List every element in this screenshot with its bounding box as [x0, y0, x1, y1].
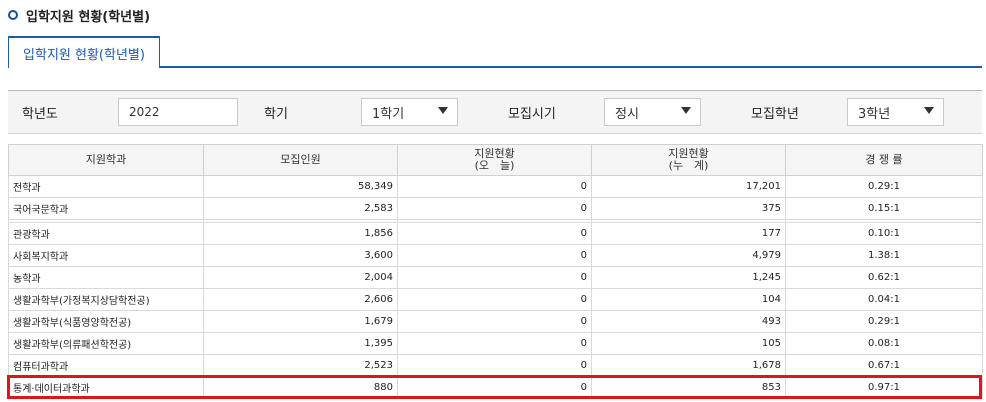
cell-dept: 생활과학부(식품영양학전공) [8, 310, 204, 333]
table-row: 생활과학부(가정복지상담학전공) 2,606 0 104 0.04:1 [8, 288, 983, 311]
cell-total: 105 [591, 332, 786, 355]
cell-quota: 58,349 [203, 175, 398, 198]
cell-rate: 1.38:1 [785, 244, 983, 267]
semester-value: 1학기 [372, 106, 405, 122]
period-value: 정시 [615, 106, 639, 122]
year-label: 학년도 [22, 106, 58, 122]
cell-rate: 0.15:1 [785, 197, 983, 220]
cell-quota: 1,395 [203, 332, 398, 355]
cell-total: 1,678 [591, 354, 786, 377]
col-header-quota: 모집인원 [203, 144, 398, 176]
table-row: 사회복지학과 3,600 0 4,979 1.38:1 [8, 244, 983, 267]
table-row: 생활과학부(식품영양학전공) 1,679 0 493 0.29:1 [8, 310, 983, 333]
tab-bar: 입학지원 현황(학년별) [8, 36, 982, 68]
table-row-highlighted: 통계·데이터과학과 880 0 853 0.97:1 [8, 376, 983, 399]
cell-today: 0 [397, 197, 592, 220]
cell-quota: 2,606 [203, 288, 398, 311]
cell-rate: 0.29:1 [785, 310, 983, 333]
cell-total: 17,201 [591, 175, 786, 198]
cell-total: 177 [591, 222, 786, 245]
cell-total: 1,245 [591, 266, 786, 289]
page-title-text: 입학지원 현황(학년별) [26, 9, 151, 25]
chevron-down-icon [924, 107, 934, 114]
cell-total: 104 [591, 288, 786, 311]
grade-select[interactable]: 3학년 [847, 98, 944, 126]
cell-dept: 사회복지학과 [8, 244, 204, 267]
cell-today: 0 [397, 175, 592, 198]
chevron-down-icon [438, 107, 448, 114]
cell-today: 0 [397, 222, 592, 245]
cell-rate: 0.29:1 [785, 175, 983, 198]
period-label: 모집시기 [508, 106, 556, 122]
cell-rate: 0.62:1 [785, 266, 983, 289]
cell-today: 0 [397, 266, 592, 289]
circle-bullet-icon [8, 10, 18, 20]
cell-dept: 생활과학부(의류패션학전공) [8, 332, 204, 355]
tab-admission-by-grade[interactable]: 입학지원 현황(학년별) [8, 36, 160, 68]
cell-today: 0 [397, 354, 592, 377]
cell-dept: 컴퓨터과학과 [8, 354, 204, 377]
period-select[interactable]: 정시 [604, 98, 701, 126]
cell-dept: 전학과 [8, 175, 204, 198]
cell-today: 0 [397, 288, 592, 311]
col-header-total: 지원현황 (누 계) [591, 144, 786, 176]
year-field[interactable]: 2022 [118, 98, 238, 126]
cell-dept: 생활과학부(가정복지상담학전공) [8, 288, 204, 311]
table-header-row: 지원학과 모집인원 지원현황 (오 늘) 지원현황 (누 계) 경 쟁 률 [8, 144, 983, 176]
col-header-rate: 경 쟁 률 [785, 144, 983, 176]
filter-bar: 학년도 2022 학기 1학기 모집시기 정시 모집학년 3학년 [8, 90, 982, 134]
cell-rate: 0.04:1 [785, 288, 983, 311]
cell-total: 375 [591, 197, 786, 220]
cell-quota: 2,523 [203, 354, 398, 377]
cell-rate: 0.67:1 [785, 354, 983, 377]
cell-quota: 3,600 [203, 244, 398, 267]
year-value: 2022 [129, 105, 160, 119]
cell-today: 0 [397, 376, 592, 399]
grade-value: 3학년 [858, 106, 891, 122]
cell-total: 853 [591, 376, 786, 399]
cell-quota: 1,856 [203, 222, 398, 245]
cell-rate: 0.10:1 [785, 222, 983, 245]
table-row: 생활과학부(의류패션학전공) 1,395 0 105 0.08:1 [8, 332, 983, 355]
application-status-table: 지원학과 모집인원 지원현황 (오 늘) 지원현황 (누 계) 경 쟁 률 전학과 … [8, 144, 983, 399]
cell-rate: 0.08:1 [785, 332, 983, 355]
semester-select[interactable]: 1학기 [361, 98, 458, 126]
cell-today: 0 [397, 310, 592, 333]
cell-rate: 0.97:1 [785, 376, 983, 399]
cell-today: 0 [397, 332, 592, 355]
table-row: 컴퓨터과학과 2,523 0 1,678 0.67:1 [8, 354, 983, 377]
table-row: 농학과 2,004 0 1,245 0.62:1 [8, 266, 983, 289]
cell-dept: 국어국문학과 [8, 197, 204, 220]
cell-quota: 1,679 [203, 310, 398, 333]
cell-dept: 관광학과 [8, 222, 204, 245]
table-row: 국어국문학과 2,583 0 375 0.15:1 [8, 197, 983, 220]
cell-total: 4,979 [591, 244, 786, 267]
table-row: 관광학과 1,856 0 177 0.10:1 [8, 222, 983, 245]
cell-quota: 2,583 [203, 197, 398, 220]
page-title: 입학지원 현황(학년별) [8, 6, 151, 25]
table-row: 전학과 58,349 0 17,201 0.29:1 [8, 175, 983, 198]
cell-dept: 통계·데이터과학과 [8, 376, 204, 399]
col-header-dept: 지원학과 [8, 144, 204, 176]
chevron-down-icon [681, 107, 691, 114]
cell-quota: 2,004 [203, 266, 398, 289]
cell-dept: 농학과 [8, 266, 204, 289]
grade-label: 모집학년 [751, 106, 799, 122]
cell-today: 0 [397, 244, 592, 267]
semester-label: 학기 [264, 106, 288, 122]
cell-quota: 880 [203, 376, 398, 399]
cell-total: 493 [591, 310, 786, 333]
col-header-today: 지원현황 (오 늘) [397, 144, 592, 176]
